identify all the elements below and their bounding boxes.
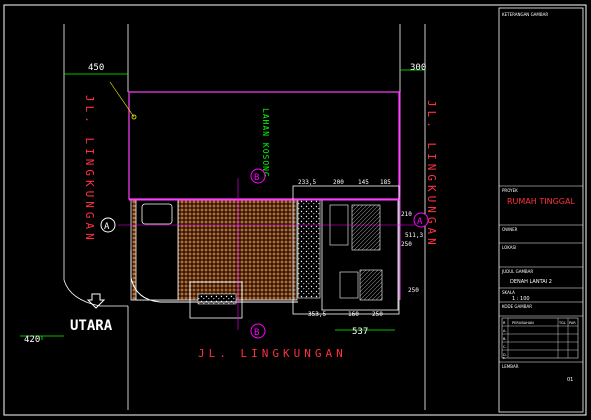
tb-rev-h3: PAR — [569, 321, 576, 325]
dim-width-bottom: 537 — [352, 327, 368, 337]
north-label: UTARA — [70, 318, 113, 334]
tb-sheet-value: 01 — [567, 377, 573, 383]
tb-rev-r0: A. — [503, 329, 506, 333]
tb-project-label: PROYEK — [502, 188, 518, 193]
dim-d5: 210 — [401, 211, 412, 218]
section-a-left-label: A — [104, 222, 110, 232]
dim-d10: 160 — [348, 311, 359, 318]
dim-d1: 233,5 — [298, 179, 316, 186]
dim-d11: 250 — [372, 311, 383, 318]
section-marker-a-right: A — [413, 212, 429, 228]
dim-right-setback: 300 — [410, 63, 426, 73]
dim-d9: 353,5 — [308, 311, 326, 318]
road-label-right: JL. LINGKUNGAN — [425, 100, 438, 249]
dim-d4: 185 — [380, 179, 391, 186]
stair-room — [351, 204, 381, 251]
leader-line — [109, 81, 135, 118]
dim-left-setback: 450 — [88, 63, 104, 73]
section-b-bottom-label: B — [254, 328, 259, 338]
section-b-top-label: B — [254, 173, 259, 183]
tb-scale-value: 1 : 100 — [512, 296, 530, 302]
tb-rev-r4: E. — [503, 356, 506, 360]
tb-owner-label: OWNER — [502, 227, 518, 232]
tb-drawing-title-value: DENAH LANTAI 2 — [510, 279, 552, 285]
tb-sheet-label: LEMBAR — [502, 364, 519, 369]
utility-room — [339, 271, 359, 299]
tb-rev-h1: PERUBAHAN — [512, 321, 534, 325]
section-marker-b-bottom: B — [250, 323, 266, 339]
title-block — [498, 7, 584, 413]
dim-lower-left: 420 — [24, 335, 40, 345]
dim-d6: 250 — [401, 241, 412, 248]
tb-rev-h0: R — [503, 321, 506, 325]
section-marker-b-top: B — [250, 168, 266, 184]
road-label-bottom: JL. LINGKUNGAN — [198, 347, 347, 360]
tb-rev-r1: B. — [503, 337, 507, 341]
tb-rev-r2: C. — [503, 345, 507, 349]
garden-gravel — [297, 199, 321, 299]
road-label-left: JL. LINGKUNGAN — [83, 95, 96, 244]
dim-d2: 200 — [333, 179, 344, 186]
tb-code-label: KODE GAMBAR — [502, 304, 532, 309]
tb-header: KETERANGAN GAMBAR — [502, 12, 548, 17]
tb-scale-label: SKALA — [502, 290, 515, 295]
toilet-room — [359, 269, 383, 301]
empty-lot-label: LAHAN KOSONG — [261, 108, 270, 178]
dim-d8: 250 — [408, 287, 419, 294]
tb-project-value: RUMAH TINGGAL — [507, 197, 575, 206]
dim-d7: 511,3 — [405, 232, 423, 239]
dim-d3: 145 — [358, 179, 369, 186]
cad-drawing: 450 300 420 537 JL. LINGKUNGAN JL. LINGK… — [3, 4, 587, 416]
tb-drawing-title-label: JUDUL GAMBAR — [501, 269, 533, 274]
tb-location-label: LOKASI — [502, 245, 516, 250]
building-plan — [130, 185, 400, 319]
section-marker-a-left: A — [100, 217, 116, 233]
section-a-right-label: A — [417, 217, 423, 227]
tb-rev-h2: TGL — [558, 321, 566, 325]
